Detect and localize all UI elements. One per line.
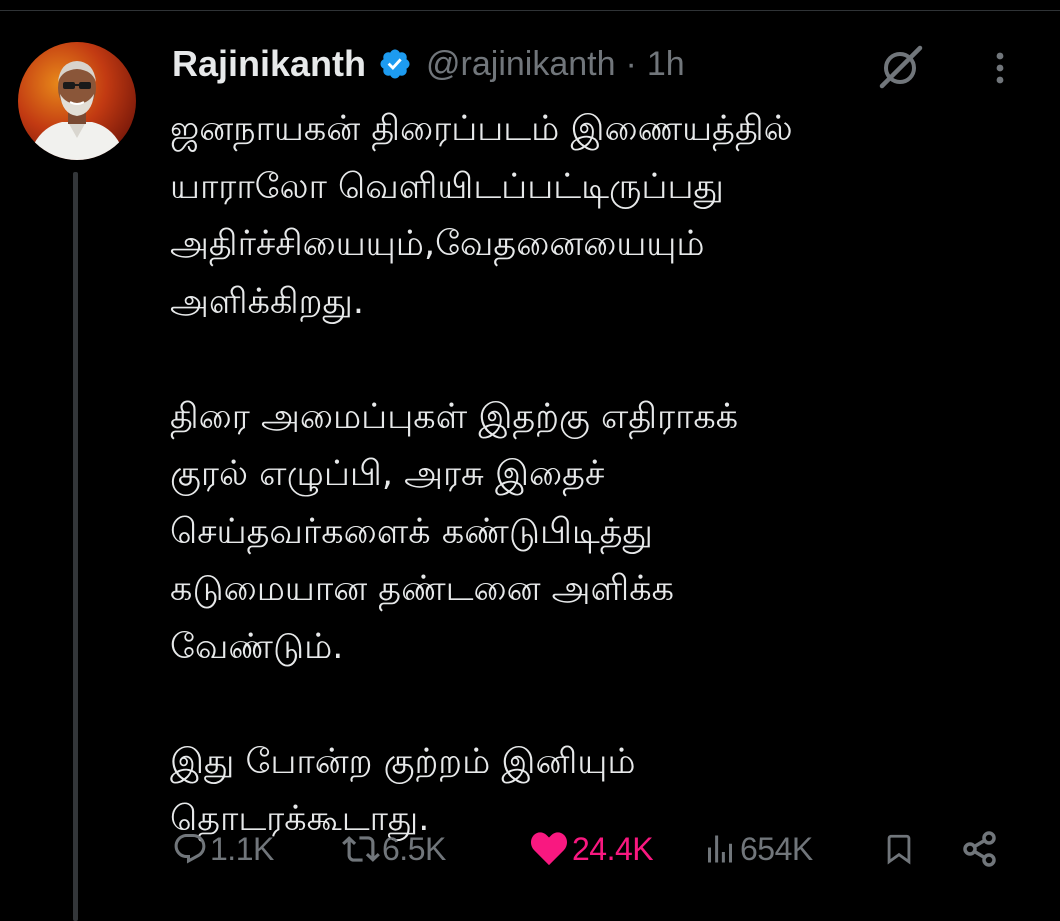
tweet-paragraph: ஜனநாயகன் திரைப்படம் இணையத்தில் யாராலோ வெ… [170,109,793,322]
avatar-image [18,42,136,160]
reply-count: 1.1K [210,830,274,867]
tweet-paragraph: திரை அமைப்புகள் இதற்கு எதிராகக் குரல் எழ… [170,396,739,667]
bookmark-icon [882,829,916,869]
like-count: 24.4K [572,830,654,867]
views-button[interactable]: 654K [702,826,813,872]
like-button[interactable]: 24.4K [528,826,654,872]
timestamp[interactable]: 1h [647,45,685,84]
repost-count: 6.5K [382,830,446,867]
share-icon [960,829,1000,869]
action-bar: 1.1K 6.5K 24.4K 654K [170,826,1010,872]
views-count: 654K [740,830,813,867]
dot-separator: · [625,44,637,83]
user-handle[interactable]: @rajinikanth [426,45,616,84]
tweet-header: Rajinikanth @rajinikanth · 1h [172,40,685,88]
share-button[interactable] [960,826,1000,872]
tweet-text: ஜனநாயகன் திரைப்படம் இணையத்தில் யாராலோ வெ… [170,101,1030,849]
avatar[interactable] [18,42,136,160]
reply-button[interactable]: 1.1K [172,826,274,872]
reply-icon [172,831,208,867]
more-icon[interactable] [985,46,1015,90]
thread-line [73,172,78,921]
repost-button[interactable]: 6.5K [342,826,446,872]
top-divider [0,10,1060,11]
verified-icon [378,47,412,81]
bookmark-button[interactable] [882,826,916,872]
like-icon [528,830,570,868]
repost-icon [342,830,380,868]
views-icon [702,831,738,867]
grok-icon[interactable] [876,42,924,90]
display-name[interactable]: Rajinikanth [172,43,366,85]
